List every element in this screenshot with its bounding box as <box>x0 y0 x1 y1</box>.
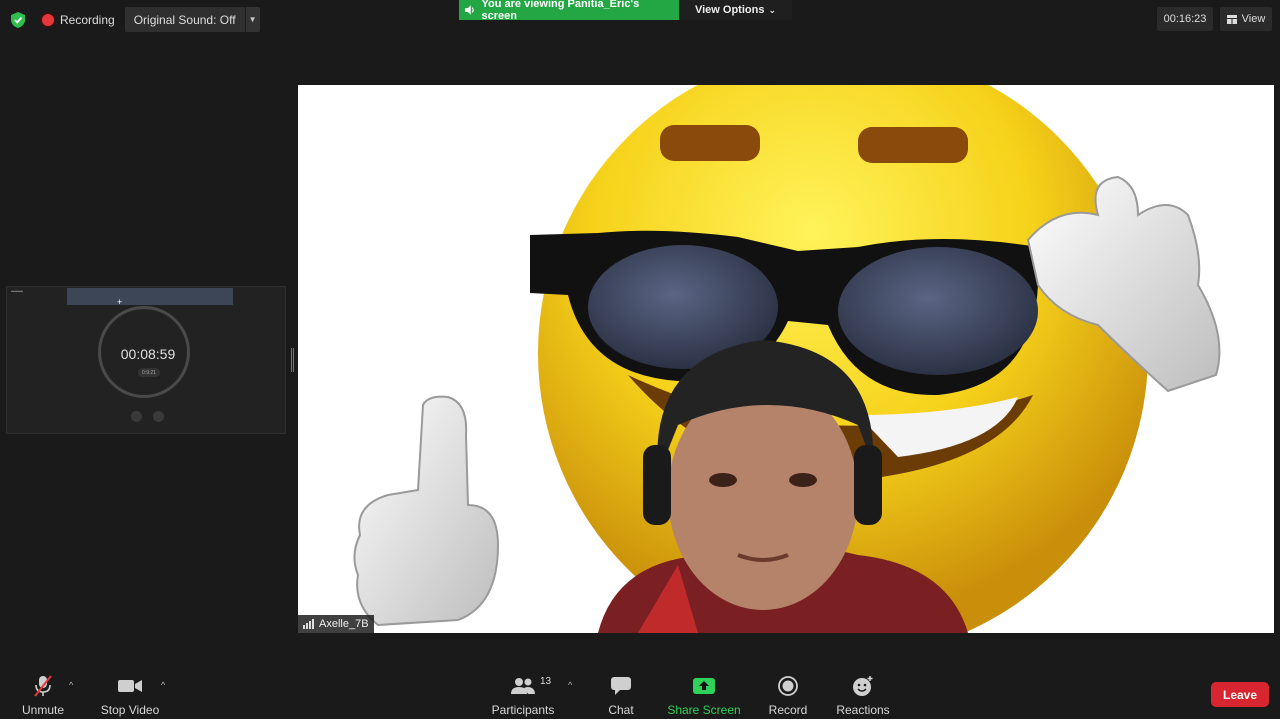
record-label: Record <box>768 703 808 717</box>
chat-icon <box>611 675 631 697</box>
unmute-label: Unmute <box>21 703 65 717</box>
chevron-up-icon[interactable]: ^ <box>161 680 165 690</box>
chevron-up-icon[interactable]: ^ <box>69 680 73 690</box>
stop-video-button[interactable]: Stop Video <box>100 675 160 717</box>
view-options-label: View Options <box>694 4 765 16</box>
view-button[interactable]: View <box>1220 7 1272 31</box>
share-screen-icon <box>693 675 715 697</box>
stopwatch-lap: 0:9:21 <box>138 368 160 377</box>
leave-button[interactable]: Leave <box>1211 682 1269 707</box>
chevron-down-icon[interactable]: ▼ <box>245 7 260 32</box>
record-button[interactable]: Record <box>768 675 808 717</box>
meeting-toolbar: Unmute ^ Stop Video ^ 13 Participants ^ … <box>0 662 1280 719</box>
participants-count: 13 <box>540 676 552 687</box>
video-camera-icon <box>118 675 142 697</box>
unmute-button[interactable]: Unmute <box>22 675 64 717</box>
original-sound-control[interactable]: Original Sound: Off ▼ <box>124 7 260 32</box>
meeting-timer: 00:16:23 <box>1157 7 1213 31</box>
viewing-text: You are viewing Panitia_Eric's screen <box>481 0 640 22</box>
thumbnail-window-title: ▬▬▬ <box>11 288 23 293</box>
stopwatch-time: 00:08:59 <box>120 346 176 362</box>
viewing-label: You are viewing Panitia_Eric's screen <box>459 0 679 22</box>
top-left-controls: Recording Original Sound: Off ▼ <box>10 7 260 32</box>
recording-indicator[interactable]: Recording <box>42 13 115 27</box>
sunglasses-emoji-image <box>353 85 1221 633</box>
participant-name: Axelle_7B <box>319 618 369 630</box>
viewing-banner: You are viewing Panitia_Eric's screen Vi… <box>459 0 792 22</box>
chat-label: Chat <box>608 703 634 717</box>
recording-dot-icon <box>42 13 54 26</box>
reactions-button[interactable]: Reactions <box>836 675 890 717</box>
mic-muted-icon <box>33 675 53 697</box>
participants-button[interactable]: 13 Participants <box>491 675 555 717</box>
grid-icon <box>1226 14 1237 24</box>
participants-icon: 13 <box>510 675 551 697</box>
shield-icon[interactable] <box>10 11 26 28</box>
participants-label: Participants <box>491 703 555 717</box>
host-screen-thumbnail[interactable]: ▬▬▬ + 00:08:59 0:9:21 <box>6 286 286 434</box>
view-label: View <box>1241 13 1266 25</box>
panel-resize-handle[interactable] <box>291 348 294 372</box>
view-options-button[interactable]: View Options ⌄ <box>679 0 792 20</box>
stop-video-label: Stop Video <box>100 703 160 717</box>
plus-icon: + <box>117 297 123 307</box>
reactions-icon <box>852 675 874 697</box>
thumbnail-top-bar <box>67 288 233 305</box>
original-sound-button[interactable]: Original Sound: Off <box>124 7 245 32</box>
record-icon <box>778 675 798 697</box>
recording-label: Recording <box>60 12 115 27</box>
share-screen-button[interactable]: Share Screen <box>667 675 741 717</box>
chevron-up-icon[interactable]: ^ <box>568 680 572 690</box>
shared-screen[interactable]: Axelle_7B <box>298 85 1274 633</box>
chevron-down-icon: ⌄ <box>768 4 777 15</box>
share-screen-label: Share Screen <box>667 703 741 717</box>
stopwatch-reset-icon <box>153 411 164 422</box>
speaker-icon <box>465 5 474 15</box>
chat-button[interactable]: Chat <box>608 675 634 717</box>
signal-icon <box>303 619 314 629</box>
reactions-label: Reactions <box>836 703 890 717</box>
stopwatch-pause-icon <box>131 411 142 422</box>
participant-name-tag: Axelle_7B <box>298 615 374 633</box>
